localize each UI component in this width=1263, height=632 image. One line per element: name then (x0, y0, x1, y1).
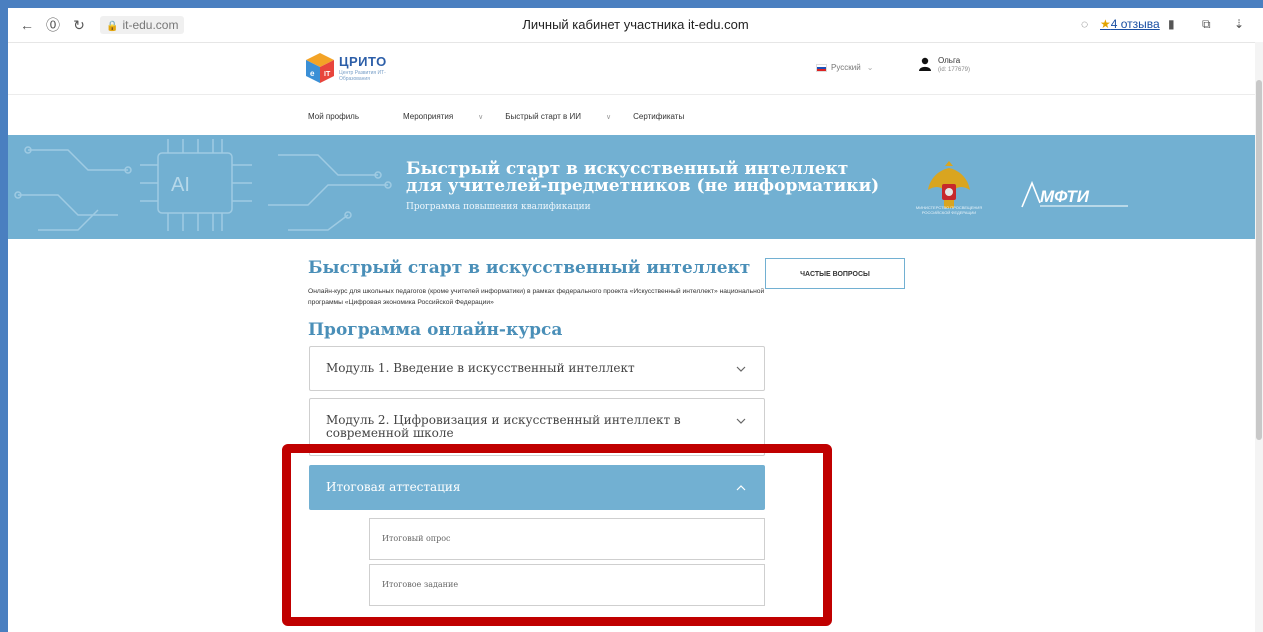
course-banner: AI Быстрый старт в искусственный интелле… (8, 135, 1263, 239)
site-logo[interactable]: e IT ЦРИТО Центр Развития ИТ-Образования (305, 52, 395, 86)
menu-item-certificates[interactable]: Сертификаты (633, 112, 706, 121)
chevron-up-icon (736, 485, 746, 491)
final-attestation-label: Итоговая аттестация (326, 480, 461, 494)
header-divider (8, 94, 1263, 95)
downloads-icon[interactable]: ⇣ (1234, 17, 1244, 31)
user-name: Ольга (938, 56, 961, 65)
menu-item-profile[interactable]: Мой профиль (308, 112, 381, 121)
course-title: Быстрый старт в искусственный интеллект (308, 258, 751, 278)
logo-subtitle: Центр Развития ИТ-Образования (339, 70, 386, 82)
ministry-caption: МИНИСТЕРСТВО ПРОСВЕЩЕНИЯ РОССИЙСКОЙ ФЕДЕ… (915, 205, 983, 215)
module-1-accordion[interactable]: Модуль 1. Введение в искусственный интел… (309, 346, 765, 391)
svg-text:IT: IT (324, 71, 331, 78)
page-scrollbar[interactable] (1255, 42, 1263, 632)
collections-icon[interactable]: ⧉ (1202, 17, 1211, 32)
module-1-label: Модуль 1. Введение в искусственный интел… (326, 361, 635, 375)
chevron-down-icon (736, 418, 746, 424)
main-menu: Мой профиль Мероприятия ∨ Быстрый старт в И… (308, 112, 728, 121)
course-description: Онлайн-курс для школьных педагогов (кром… (308, 288, 765, 306)
menu-item-events[interactable]: Мероприятия ∨ (403, 112, 483, 121)
reviews-label: 4 отзыва (1110, 17, 1160, 31)
scrollbar-thumb[interactable] (1256, 80, 1262, 440)
chevron-down-icon: ∨ (606, 114, 612, 121)
user-id: (id: 177679) (938, 67, 971, 73)
final-task-item[interactable]: Итоговое задание (369, 564, 765, 606)
program-title: Программа онлайн-курса (308, 320, 563, 340)
final-survey-item[interactable]: Итоговый опрос (369, 518, 765, 560)
browser-window: ← ⓪ ↻ 🔒 it-edu.com Личный кабинет участни… (8, 8, 1263, 632)
chevron-down-icon (736, 366, 746, 372)
logo-cube-icon: e IT (306, 53, 334, 83)
menu-item-label: Быстрый старт в ИИ (505, 112, 582, 121)
ai-chip-label: AI (171, 174, 190, 196)
browser-toolbar: ← ⓪ ↻ 🔒 it-edu.com Личный кабинет участни… (8, 8, 1263, 43)
final-attestation-accordion[interactable]: Итоговая аттестация (309, 465, 765, 510)
logo-text: ЦРИТО (339, 54, 387, 69)
banner-subtitle: Программа повышения квалификации (406, 202, 591, 212)
banner-title: Быстрый старт в искусственный интеллект … (406, 159, 880, 196)
final-task-label: Итоговое задание (382, 580, 459, 589)
menu-item-label: Мой профиль (308, 112, 360, 121)
menu-item-label: Сертификаты (633, 112, 685, 121)
menu-item-label: Мероприятия (403, 112, 454, 121)
faq-button[interactable]: ЧАСТЫЕ ВОПРОСЫ (765, 258, 905, 289)
chevron-down-icon: ∨ (478, 114, 484, 121)
language-label: Русский (831, 63, 861, 72)
svg-text:e: e (310, 69, 315, 78)
reader-icon[interactable]: ◌ (1081, 17, 1088, 31)
chevron-down-icon: ⌄ (866, 63, 874, 72)
bookmark-icon[interactable]: ▮ (1168, 17, 1175, 31)
reviews-link[interactable]: ★4 отзыва (1100, 17, 1160, 31)
russian-flag-icon (816, 63, 827, 72)
language-selector[interactable]: Русский ⌄ (816, 63, 873, 72)
mipt-logo-text: МФТИ (1040, 187, 1090, 206)
final-survey-label: Итоговый опрос (382, 534, 451, 543)
mipt-logo: МФТИ (1021, 180, 1128, 208)
menu-item-ai-quickstart[interactable]: Быстрый старт в ИИ ∨ (505, 112, 611, 121)
user-icon (919, 57, 931, 71)
module-2-label: Модуль 2. Цифровизация и искусственный и… (326, 413, 681, 440)
window-title: Личный кабинет участника it-edu.com (522, 17, 749, 32)
module-2-accordion[interactable]: Модуль 2. Цифровизация и искусственный и… (309, 398, 765, 456)
circuit-decoration: AI (14, 139, 392, 231)
